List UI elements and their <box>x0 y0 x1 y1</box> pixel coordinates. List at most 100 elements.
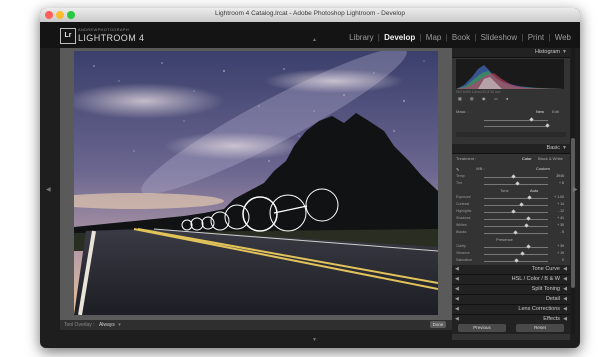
slider-temp[interactable]: Temp 3945 <box>456 174 566 180</box>
chevron-down-icon[interactable]: ▾ <box>118 322 121 328</box>
hsl-panel-header[interactable]: ◀ HSL / Color / B & W ◀ <box>452 275 570 285</box>
slider-clarity[interactable]: Clarity + 39 <box>456 244 566 250</box>
tool-overlay-value[interactable]: Always <box>99 322 115 328</box>
tone-auto-button[interactable]: Auto <box>530 188 538 193</box>
slider-track <box>484 254 548 255</box>
split-toning-title: Split Toning <box>531 286 560 292</box>
slider-shadows[interactable]: Shadows + 41 <box>456 216 566 222</box>
title-bar: Lightroom 4 Catalog.lrcat - Adobe Photos… <box>40 8 580 23</box>
module-separator: | <box>548 33 551 42</box>
tool-overlay-control[interactable]: Tool Overlay : Always ▾ <box>64 322 121 328</box>
photo-canvas[interactable] <box>74 51 438 315</box>
slider-label: Saturation <box>456 258 472 262</box>
presence-section-label: Presence <box>496 237 513 242</box>
crop-tool-icon[interactable]: ▦ <box>458 96 462 101</box>
histogram[interactable] <box>456 59 564 89</box>
slider-value[interactable]: + 35 <box>557 223 564 227</box>
tone-section-label: Tone <box>500 188 509 193</box>
module-map[interactable]: Map <box>425 33 443 42</box>
top-panel-toggle-icon[interactable]: ▲ <box>312 37 317 43</box>
slider-value[interactable]: - 5 <box>560 230 564 234</box>
module-separator: | <box>445 33 448 42</box>
spot-removal-tool-icon[interactable]: ◎ <box>470 96 474 101</box>
tone-curve-panel-header[interactable]: ◀ Tone Curve ◀ <box>452 265 570 275</box>
slider-label: Vibrance <box>456 251 470 255</box>
slider-track <box>484 177 548 178</box>
develop-tool-strip: ▦ ◎ ◉ ▭ ● <box>456 96 564 103</box>
slider-tint[interactable]: Tint + 8 <box>456 181 566 187</box>
slider-value[interactable]: + 14 <box>557 202 564 206</box>
graduated-filter-icon[interactable]: ▭ <box>494 96 498 101</box>
lens-corrections-title: Lens Corrections <box>518 306 560 312</box>
spot-opacity-slider[interactable] <box>456 123 566 129</box>
module-slideshow[interactable]: Slideshow <box>480 33 518 42</box>
slider-track <box>484 205 548 206</box>
eyedropper-icon[interactable]: ✎ <box>456 167 459 172</box>
slider-blacks[interactable]: Blacks - 5 <box>456 230 566 236</box>
detail-title: Detail <box>545 296 560 302</box>
slider-highlights[interactable]: Highlights - 12 <box>456 209 566 215</box>
expand-triangle-icon: ◀ <box>455 306 459 312</box>
slider-value[interactable]: + 41 <box>557 216 564 220</box>
collapse-triangle-icon: ▼ <box>562 49 567 55</box>
slider-label: Shadows <box>456 216 471 220</box>
basic-title: Basic <box>546 145 560 151</box>
wb-preset-dropdown[interactable]: Custom <box>536 166 550 171</box>
module-library[interactable]: Library <box>348 33 374 42</box>
histogram-panel-header[interactable]: Histogram ▼ <box>452 48 570 58</box>
module-web[interactable]: Web <box>554 33 572 42</box>
expand-triangle-icon: ◀ <box>455 266 459 272</box>
slider-label: Blacks <box>456 230 467 234</box>
tool-overlay-label: Tool Overlay : <box>64 322 95 328</box>
close-tool-bar[interactable] <box>456 132 566 137</box>
mask-new-option[interactable]: New <box>536 109 544 114</box>
expand-triangle-icon: ◀ <box>455 286 459 292</box>
slider-track <box>484 198 548 199</box>
module-print[interactable]: Print <box>527 33 545 42</box>
expand-triangle-icon: ◀ <box>455 296 459 302</box>
expand-triangle-icon: ◀ <box>563 286 567 292</box>
slider-value[interactable]: + 8 <box>559 181 564 185</box>
slider-value[interactable]: - 12 <box>558 209 564 213</box>
previous-button[interactable]: Previous <box>458 324 506 332</box>
detail-panel-header[interactable]: ◀ Detail ◀ <box>452 295 570 305</box>
module-separator: | <box>521 33 524 42</box>
slider-value[interactable]: + 19 <box>557 251 564 255</box>
image-stage <box>60 48 452 320</box>
scrollbar-thumb[interactable] <box>571 138 575 288</box>
slider-vibrance[interactable]: Vibrance + 19 <box>456 251 566 257</box>
expand-triangle-icon: ◀ <box>563 296 567 302</box>
treatment-color-option[interactable]: Color <box>522 156 532 161</box>
identity-plate-owner: ANDREWPHOTOGRAPH <box>78 27 129 32</box>
mask-edit-option[interactable]: Edit <box>552 109 559 114</box>
lens-corrections-panel-header[interactable]: ◀ Lens Corrections ◀ <box>452 305 570 315</box>
mask-label: Mask : <box>456 109 468 114</box>
bottom-panel-toggle-icon[interactable]: ▼ <box>312 337 317 343</box>
right-panel: Histogram ▼ ISO 6400 14mm f/2.8 30 sec ▦… <box>452 48 570 340</box>
wb-label: WB : <box>476 166 485 171</box>
split-toning-panel-header[interactable]: ◀ Split Toning ◀ <box>452 285 570 295</box>
basic-panel-header[interactable]: Basic ▼ <box>452 144 570 154</box>
slider-value[interactable]: 3945 <box>556 174 564 178</box>
treatment-bw-option[interactable]: Black & White <box>538 156 563 161</box>
slider-value[interactable]: 0 <box>562 258 564 262</box>
slider-whites[interactable]: Whites + 35 <box>456 223 566 229</box>
module-develop[interactable]: Develop <box>383 33 416 42</box>
slider-track <box>484 212 548 213</box>
slider-knob[interactable] <box>545 123 550 128</box>
slider-saturation[interactable]: Saturation 0 <box>456 258 566 264</box>
slider-label: Tint <box>456 181 462 185</box>
left-panel-toggle-icon[interactable]: ◀ <box>46 186 51 193</box>
adjustment-brush-icon[interactable]: ● <box>506 96 508 101</box>
right-panel-toggle-icon[interactable]: ▶ <box>573 186 578 193</box>
slider-value[interactable]: + 39 <box>557 244 564 248</box>
done-button[interactable]: Done <box>430 321 446 328</box>
slider-contrast[interactable]: Contrast + 14 <box>456 202 566 208</box>
slider-exposure[interactable]: Exposure + 1.00 <box>456 195 566 201</box>
module-separator: | <box>419 33 422 42</box>
lightroom-logo: Lr <box>60 28 76 44</box>
slider-value[interactable]: + 1.00 <box>554 195 564 199</box>
red-eye-tool-icon[interactable]: ◉ <box>482 96 486 101</box>
module-book[interactable]: Book <box>451 33 471 42</box>
reset-button[interactable]: Reset <box>516 324 564 332</box>
